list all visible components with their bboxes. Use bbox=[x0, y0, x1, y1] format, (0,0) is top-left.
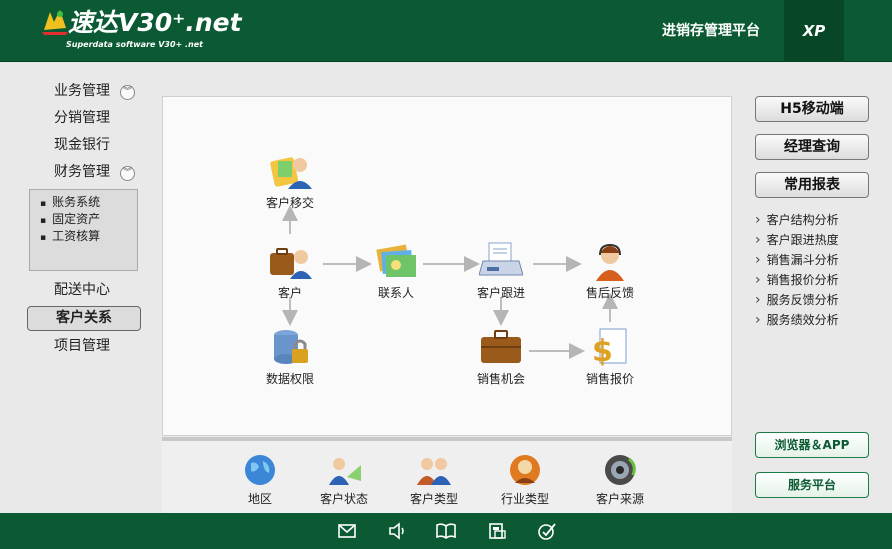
bottom-item-label: 客户来源 bbox=[595, 492, 644, 506]
node-customer-followup[interactable]: 客户跟进 bbox=[461, 241, 541, 301]
report-link-customer-structure[interactable]: 客户结构分析 bbox=[755, 210, 869, 230]
right-panel: H5移动端 经理查询 常用报表 客户结构分析 客户跟进热度 销售漏斗分析 销售报… bbox=[755, 96, 869, 330]
app-header: 速达V30⁺.net Superdata software V30+ .net … bbox=[0, 0, 892, 62]
node-customer-transfer[interactable]: 客户移交 bbox=[250, 151, 330, 211]
app-footer bbox=[0, 513, 892, 549]
bottom-item-customer-type[interactable]: 客户类型 bbox=[399, 453, 469, 507]
customer-status-icon bbox=[329, 458, 361, 485]
bottom-item-label: 客户状态 bbox=[319, 492, 368, 506]
bottom-item-label: 客户类型 bbox=[409, 492, 458, 506]
report-link-followup-heat[interactable]: 客户跟进热度 bbox=[755, 230, 869, 250]
node-customer[interactable]: 客户 bbox=[250, 241, 330, 301]
contact-cards-icon bbox=[376, 244, 416, 277]
node-sales-quote[interactable]: $ 销售报价 bbox=[570, 327, 650, 387]
quote-document-icon: $ bbox=[592, 328, 627, 367]
node-after-sales[interactable]: 售后反馈 bbox=[570, 241, 650, 301]
report-list: 客户结构分析 客户跟进热度 销售漏斗分析 销售报价分析 服务反馈分析 服务绩效分… bbox=[755, 210, 869, 330]
customer-type-icon bbox=[417, 458, 451, 485]
database-lock-icon bbox=[274, 330, 308, 364]
nav-item-distribution[interactable]: 分销管理 bbox=[20, 105, 145, 132]
nav-item-projects[interactable]: 项目管理 bbox=[20, 333, 145, 360]
report-link-sales-funnel[interactable]: 销售漏斗分析 bbox=[755, 250, 869, 270]
nav-item-label: 配送中心 bbox=[54, 282, 110, 298]
brand-subtitle: Superdata software V30+ .net bbox=[66, 40, 203, 49]
bottom-item-label: 地区 bbox=[247, 492, 272, 506]
node-label: 客户 bbox=[277, 286, 302, 300]
node-sales-opportunity[interactable]: 销售机会 bbox=[461, 327, 541, 387]
industry-icon bbox=[510, 455, 540, 485]
platform-label: 进销存管理平台 bbox=[662, 23, 760, 39]
nav-item-label: 现金银行 bbox=[54, 137, 110, 153]
bottom-item-industry-type[interactable]: 行业类型 bbox=[490, 453, 560, 507]
bottom-item-region[interactable]: 地区 bbox=[225, 453, 295, 507]
bottom-item-customer-source[interactable]: 客户来源 bbox=[585, 453, 655, 507]
bottom-toolbar: 地区 客户状态 客户类型 行业类型 客户来源 bbox=[162, 437, 732, 513]
nav-item-finance[interactable]: 财务管理 ︾ bbox=[20, 159, 145, 186]
customer-transfer-icon bbox=[270, 157, 312, 189]
briefcase-icon bbox=[481, 330, 521, 363]
h5-mobile-button[interactable]: H5移动端 bbox=[755, 96, 869, 122]
edition-label: XP bbox=[784, 0, 844, 62]
crm-diagram: 客户移交 客户 联系人 客户跟进 售后反馈 数据权限 销售机会 $ 销售报价 bbox=[162, 96, 732, 436]
nav-item-label: 项目管理 bbox=[54, 338, 110, 354]
report-link-service-performance[interactable]: 服务绩效分析 bbox=[755, 310, 869, 330]
left-nav: 业务管理 ︾ 分销管理 现金银行 财务管理 ︾ 账务系统 固定资产 工资核算 配… bbox=[20, 78, 145, 360]
sub-item-fixed-assets[interactable]: 固定资产 bbox=[40, 211, 137, 228]
node-label: 销售机会 bbox=[476, 372, 525, 386]
fax-printer-icon bbox=[479, 242, 523, 276]
node-label: 客户移交 bbox=[265, 196, 314, 210]
nav-item-crm[interactable]: 客户关系 bbox=[27, 306, 141, 331]
node-label: 售后反馈 bbox=[585, 286, 634, 300]
node-label: 客户跟进 bbox=[476, 286, 525, 300]
nav-item-delivery[interactable]: 配送中心 bbox=[20, 277, 145, 304]
node-contact[interactable]: 联系人 bbox=[356, 241, 436, 301]
globe-icon bbox=[245, 455, 275, 485]
brand-logo: 速达V30⁺.net Superdata software V30+ .net bbox=[40, 6, 270, 54]
book-icon[interactable] bbox=[436, 522, 456, 540]
nav-item-label: 业务管理 bbox=[54, 83, 110, 99]
speaker-icon[interactable] bbox=[387, 522, 407, 540]
nav-item-cash-bank[interactable]: 现金银行 bbox=[20, 132, 145, 159]
svg-text:$: $ bbox=[592, 334, 613, 367]
bottom-item-customer-status[interactable]: 客户状态 bbox=[309, 453, 379, 507]
node-data-permission[interactable]: 数据权限 bbox=[250, 327, 330, 387]
browser-app-button[interactable]: 浏览器＆APP bbox=[755, 432, 869, 458]
chevron-down-icon[interactable]: ︾ bbox=[120, 85, 135, 100]
report-link-service-feedback[interactable]: 服务反馈分析 bbox=[755, 290, 869, 310]
mail-icon[interactable] bbox=[337, 522, 357, 540]
finance-subpanel: 账务系统 固定资产 工资核算 bbox=[29, 189, 138, 271]
sub-item-payroll[interactable]: 工资核算 bbox=[40, 228, 137, 245]
logo-icon bbox=[42, 10, 68, 35]
customer-icon bbox=[270, 248, 312, 279]
brand-title: 速达V30⁺.net bbox=[68, 8, 242, 37]
support-agent-icon bbox=[596, 243, 624, 281]
camera-icon bbox=[605, 455, 636, 485]
nav-item-label: 财务管理 bbox=[54, 164, 110, 180]
calculator-icon[interactable] bbox=[487, 522, 507, 540]
node-label: 数据权限 bbox=[265, 372, 314, 386]
service-platform-button[interactable]: 服务平台 bbox=[755, 472, 869, 498]
manager-query-button[interactable]: 经理查询 bbox=[755, 134, 869, 160]
bottom-item-label: 行业类型 bbox=[500, 492, 549, 506]
check-icon[interactable] bbox=[537, 522, 557, 540]
report-link-quote-analysis[interactable]: 销售报价分析 bbox=[755, 270, 869, 290]
node-label: 销售报价 bbox=[585, 372, 634, 386]
nav-item-label: 客户关系 bbox=[56, 310, 112, 326]
nav-item-business[interactable]: 业务管理 ︾ bbox=[20, 78, 145, 105]
node-label: 联系人 bbox=[377, 286, 414, 300]
sub-item-accounting[interactable]: 账务系统 bbox=[40, 194, 137, 211]
nav-item-label: 分销管理 bbox=[54, 110, 110, 126]
chevron-down-icon[interactable]: ︾ bbox=[120, 166, 135, 181]
common-reports-button[interactable]: 常用报表 bbox=[755, 172, 869, 198]
